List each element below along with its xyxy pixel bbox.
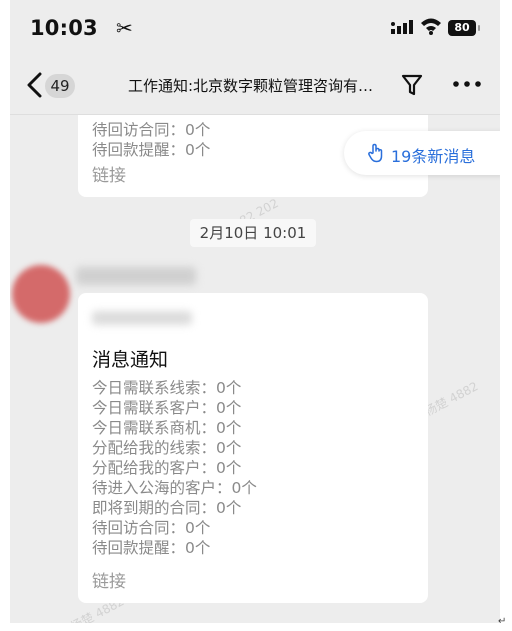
message-line: 待回款提醒：0个 <box>92 539 211 557</box>
status-time: 10:03 <box>30 16 98 40</box>
link-text[interactable]: 链接 <box>92 161 126 186</box>
message-line: 待进入公海的客户：0个 <box>92 479 257 497</box>
battery-level: 80 <box>454 21 470 34</box>
status-bar: 10:03 ✂ 80 <box>10 0 500 56</box>
message-line: 即将到期的合同：0个 <box>92 499 242 517</box>
tools-icon: ✂ <box>116 16 133 40</box>
message-line: 待回访合同：0个 <box>92 519 211 537</box>
timestamp-divider: 2月10日 10:01 <box>190 219 316 247</box>
battery-icon: 80 <box>448 20 480 36</box>
back-chevron-icon[interactable] <box>24 72 46 98</box>
blurred-subtitle <box>92 311 192 325</box>
watermark: 杨楚 4882 <box>422 379 481 419</box>
link-text[interactable]: 链接 <box>92 567 126 592</box>
new-messages-button[interactable]: 19条新消息 <box>344 131 500 175</box>
sender-name-blurred <box>76 267 196 285</box>
signal-icon <box>391 20 413 34</box>
message-line: 今日需联系线索：0个 <box>92 379 242 397</box>
message-card[interactable]: 消息通知 今日需联系线索：0个 今日需联系客户：0个 今日需联系商机：0个 分配… <box>78 293 428 603</box>
message-title: 消息通知 <box>92 349 169 371</box>
phone-screen: 10:03 ✂ 80 49 工作通知:北京数字颗粒管理咨询有… 82 202 杨… <box>10 0 500 623</box>
new-messages-label: 19条新消息 <box>391 147 476 166</box>
unread-count-badge[interactable]: 49 <box>45 74 75 98</box>
filter-icon[interactable] <box>401 73 423 97</box>
message-line: 分配给我的线索：0个 <box>92 439 242 457</box>
more-icon[interactable] <box>451 76 483 92</box>
chat-title: 工作通知:北京数字颗粒管理咨询有… <box>128 77 374 95</box>
message-line: 今日需联系商机：0个 <box>92 419 242 437</box>
wifi-icon <box>421 18 441 35</box>
hand-pointer-icon <box>368 143 383 163</box>
message-line: 今日需联系客户：0个 <box>92 399 242 417</box>
chat-area[interactable]: 82 202 杨楚 4882 杨楚 4882 待回访合同：0个 待回款提醒：0个… <box>10 115 500 623</box>
nav-bar: 49 工作通知:北京数字颗粒管理咨询有… <box>10 56 500 115</box>
sender-avatar[interactable] <box>12 265 70 323</box>
message-line: 待回款提醒：0个 <box>92 141 211 159</box>
message-line: 分配给我的客户：0个 <box>92 459 242 477</box>
return-mark: ↵ <box>498 616 507 627</box>
message-line: 待回访合同：0个 <box>92 121 211 139</box>
